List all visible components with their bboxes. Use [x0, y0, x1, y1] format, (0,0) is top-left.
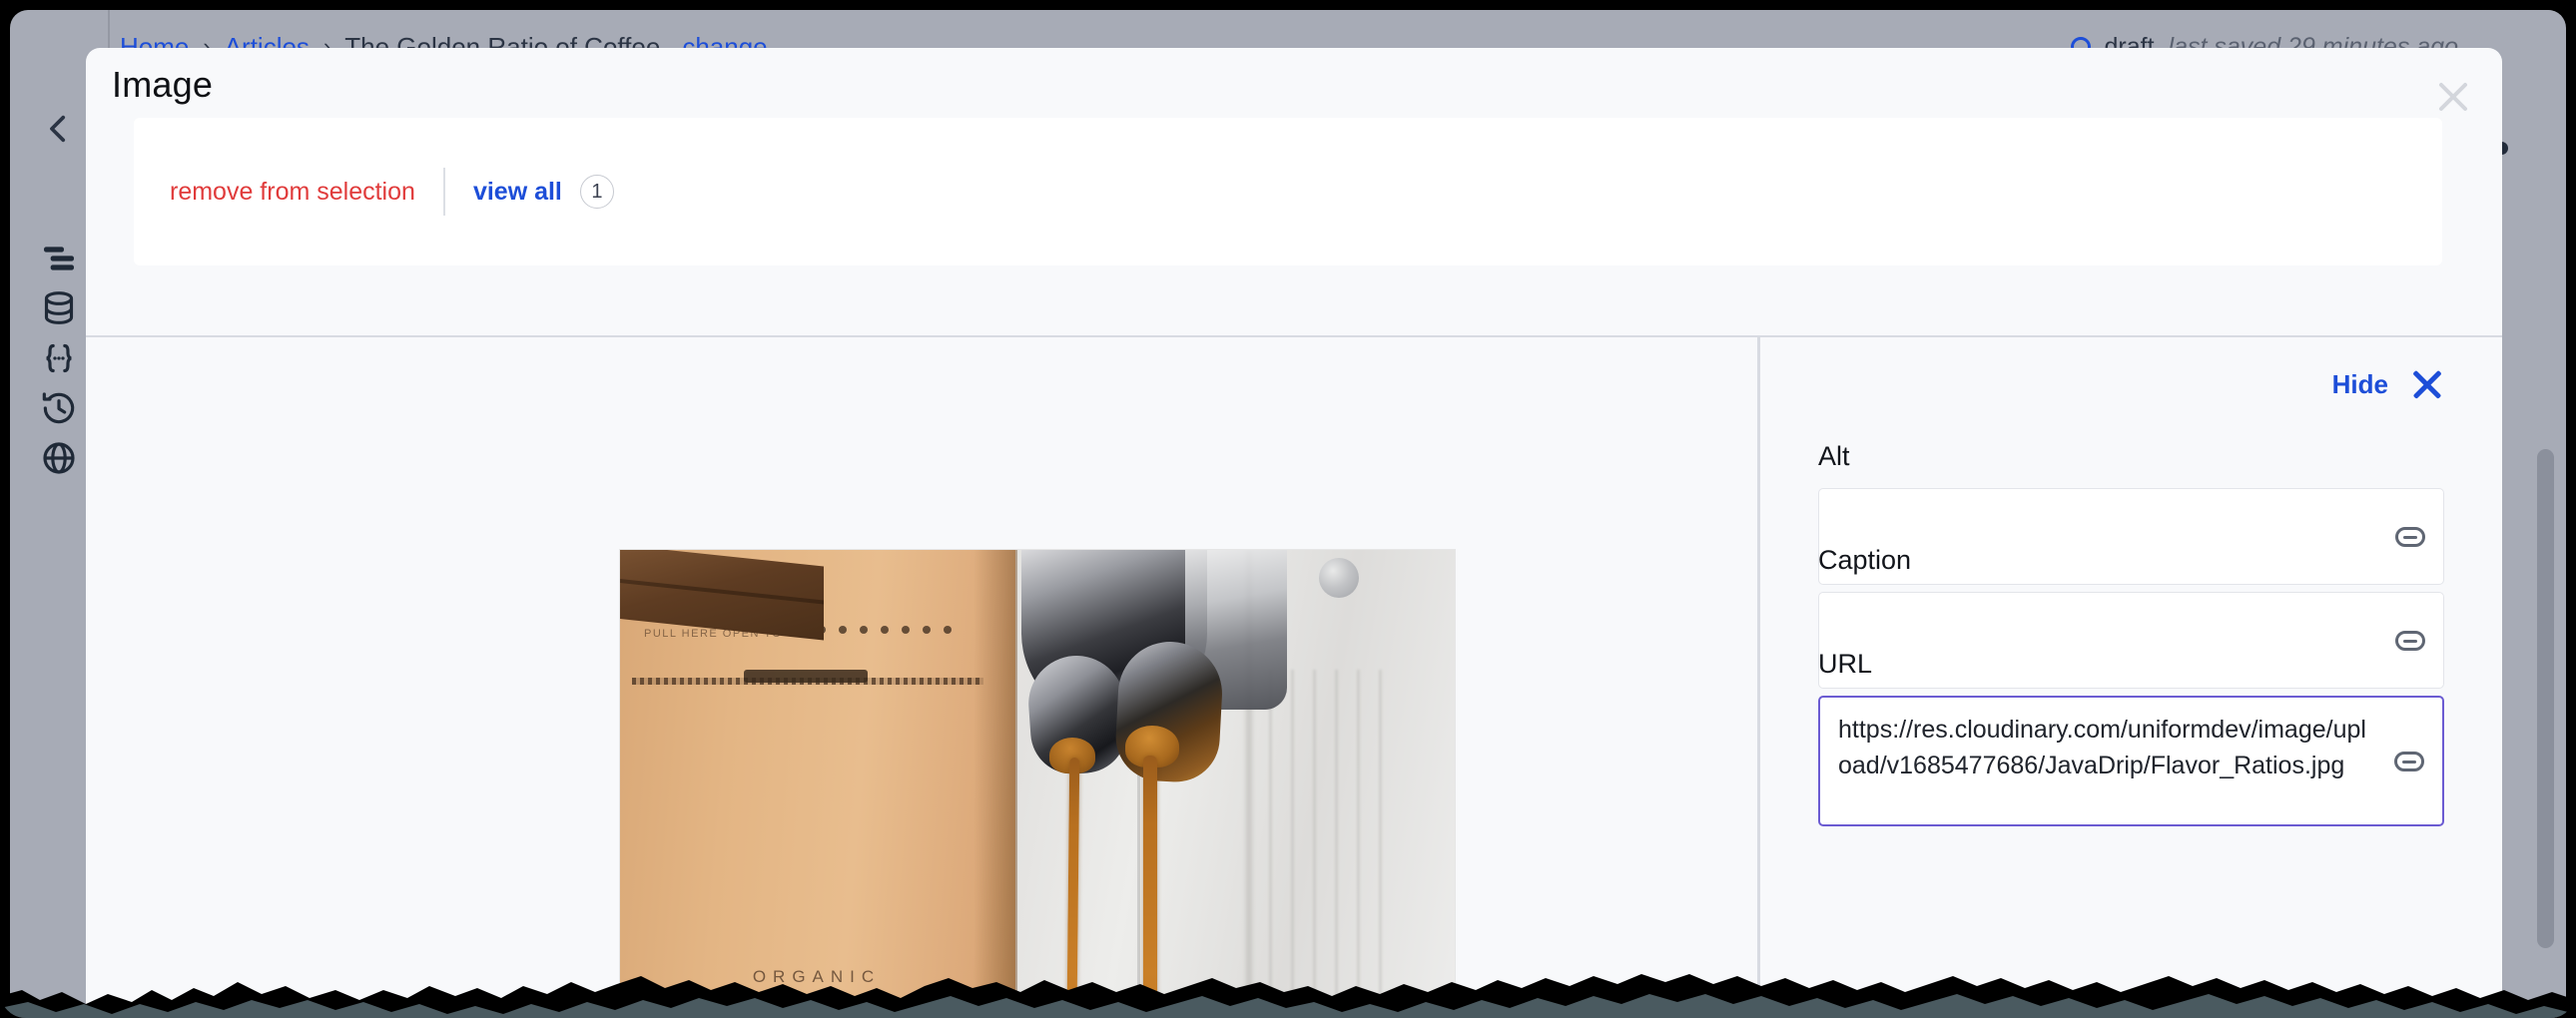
bag-shadow — [973, 550, 1017, 1018]
bag-zipper-pull — [744, 670, 868, 683]
image-parameter-modal: Image remove from selection view all 1 P… — [86, 48, 2502, 1018]
alt-field-label: Alt — [1818, 441, 1850, 471]
personalization-pill-icon[interactable] — [2395, 630, 2425, 651]
app-scrollbar-thumb[interactable] — [2537, 449, 2554, 948]
close-icon[interactable] — [2410, 367, 2444, 401]
bag-organic-text: ORGANIC — [752, 967, 882, 986]
toolbar-divider — [442, 168, 445, 216]
caption-field-label: Caption — [1818, 545, 1912, 575]
selection-count-badge: 1 — [579, 175, 614, 209]
properties-pane: Hide Alt Caption URL https://res.cloudin… — [1760, 337, 2502, 1018]
globe-icon — [43, 442, 75, 474]
image-thumbnail[interactable]: PULL HERE OPEN TO OPEN ORGANIC DECAF BEA… — [619, 549, 1456, 1018]
hide-label: Hide — [2331, 368, 2388, 399]
url-field-box[interactable] — [1818, 696, 2444, 826]
app-scrollbar-track[interactable] — [2536, 10, 2562, 1018]
selection-actions: remove from selection view all 1 — [170, 118, 614, 265]
personalization-pill-icon[interactable] — [2395, 526, 2425, 547]
page-title: Image — [112, 64, 214, 105]
modal-body: PULL HERE OPEN TO OPEN ORGANIC DECAF BEA… — [86, 335, 2502, 1018]
hide-panel-button[interactable]: Hide — [2332, 367, 2444, 401]
photo-espresso-stream-right — [1143, 756, 1157, 1018]
personalization-pill-icon[interactable] — [2394, 751, 2424, 771]
photo-machine-grooves — [1269, 670, 1389, 1018]
field-group-url: URL — [1818, 649, 2444, 826]
back-chevron-icon — [50, 115, 66, 143]
url-field-input[interactable] — [1820, 698, 2442, 819]
view-all-button[interactable]: view all — [473, 178, 562, 207]
selection-toolbar: remove from selection view all 1 — [134, 118, 2442, 265]
device-frame: Home › Articles › The Golden Ratio of Co… — [0, 0, 2576, 1018]
image-preview-pane: PULL HERE OPEN TO OPEN ORGANIC DECAF BEA… — [86, 337, 1757, 1018]
modal-header: Image — [86, 48, 2502, 128]
bag-dot-row — [818, 626, 952, 634]
bag-bean-glyph — [776, 992, 806, 1012]
url-field-label: URL — [1818, 649, 1873, 679]
photo: PULL HERE OPEN TO OPEN ORGANIC DECAF BEA… — [620, 550, 1455, 1018]
close-icon[interactable] — [2430, 74, 2476, 120]
remove-from-selection-button[interactable]: remove from selection — [170, 178, 415, 207]
photo-machine-knob — [1319, 558, 1359, 598]
